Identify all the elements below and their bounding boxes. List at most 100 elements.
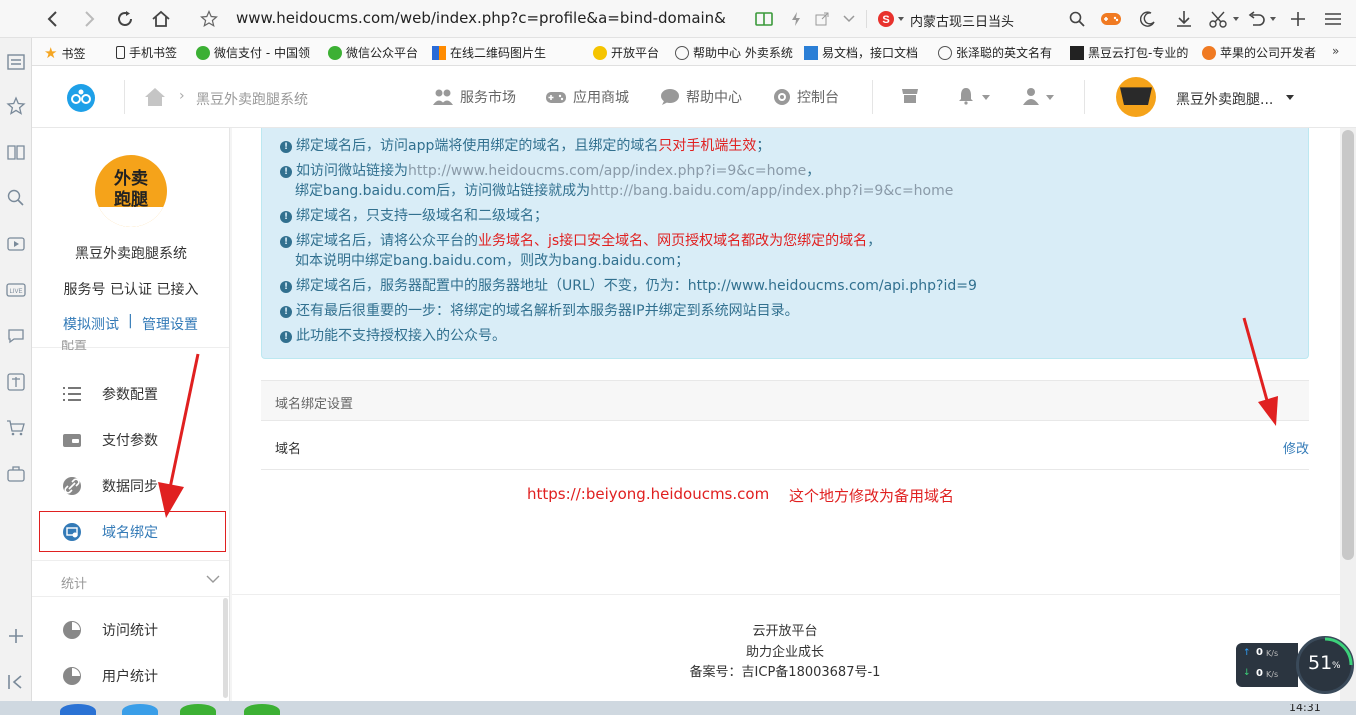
bookmark-item[interactable]: 微信支付 - 中国领 bbox=[196, 44, 310, 61]
breadcrumb[interactable]: 黑豆外卖跑腿系统 bbox=[196, 89, 308, 109]
section-stats: 统计 bbox=[61, 577, 88, 592]
home-icon[interactable] bbox=[144, 87, 166, 107]
svg-text:LIVE: LIVE bbox=[9, 289, 22, 295]
manage-settings-link[interactable]: 管理设置 bbox=[142, 314, 198, 334]
scissors-icon[interactable] bbox=[1207, 8, 1229, 30]
scrollbar-thumb[interactable] bbox=[1342, 130, 1354, 560]
pie-chart-icon bbox=[62, 620, 82, 640]
caret-down-icon bbox=[1046, 95, 1054, 100]
panel-title: 域名绑定设置 bbox=[275, 397, 354, 412]
simulate-test-link[interactable]: 模拟测试 bbox=[63, 314, 119, 334]
chat-icon[interactable] bbox=[6, 326, 26, 346]
reload-icon[interactable] bbox=[114, 8, 136, 30]
star-icon[interactable] bbox=[6, 96, 26, 116]
bell-icon[interactable] bbox=[958, 87, 974, 105]
caret-down-icon bbox=[982, 95, 990, 100]
divider bbox=[866, 10, 867, 28]
bookmark-item[interactable]: ★ 书签 bbox=[44, 44, 85, 62]
avatar[interactable] bbox=[1116, 77, 1156, 117]
search-engine-icon[interactable]: S bbox=[875, 8, 897, 30]
game-controller-icon[interactable] bbox=[1100, 8, 1122, 30]
translate-icon[interactable] bbox=[6, 372, 26, 392]
lightning-icon[interactable] bbox=[785, 8, 807, 30]
bookmark-item[interactable]: 黑豆云打包-专业的 bbox=[1070, 44, 1188, 61]
star-icon[interactable] bbox=[198, 8, 220, 30]
cart-icon[interactable] bbox=[6, 418, 26, 438]
back-icon[interactable] bbox=[42, 8, 64, 30]
new-tab-icon[interactable] bbox=[1287, 8, 1309, 30]
nav-app-store[interactable]: 应用商城 bbox=[545, 87, 629, 107]
video-icon[interactable] bbox=[6, 234, 26, 254]
edit-link[interactable]: 修改 bbox=[1283, 438, 1309, 457]
app-name: 黑豆外卖跑腿系统 bbox=[75, 246, 187, 262]
divider bbox=[232, 594, 1340, 595]
nav-console[interactable]: 控制台 bbox=[773, 87, 839, 107]
search-icon[interactable] bbox=[6, 188, 26, 208]
bookmark-item[interactable]: 张泽聪的英文名有 bbox=[938, 44, 1052, 61]
section-config: 配置 bbox=[61, 340, 88, 350]
add-icon[interactable] bbox=[6, 626, 26, 646]
caret-down-icon bbox=[1233, 17, 1239, 21]
share-icon[interactable] bbox=[811, 8, 833, 30]
menu-domain-binding[interactable]: 域名绑定 bbox=[62, 522, 158, 542]
divider bbox=[872, 80, 873, 114]
bookmark-item[interactable]: 苹果的公司开发者 bbox=[1202, 44, 1316, 61]
taskbar: 14:31 bbox=[0, 701, 1356, 715]
bookmark-bar: ★ 书签 手机书签 微信支付 - 中国领 微信公众平台 在线二维码图片生 开放平台… bbox=[0, 38, 1356, 66]
caret-down-icon[interactable] bbox=[1286, 95, 1294, 100]
taskbar-app-icon[interactable] bbox=[180, 704, 216, 715]
search-input[interactable]: 内蒙古现三日当头 bbox=[910, 11, 1014, 30]
domain-binding-panel: 域名绑定设置 域名 修改 bbox=[261, 380, 1309, 470]
nav-help-center[interactable]: 帮助中心 bbox=[660, 87, 742, 107]
net-speed-widget[interactable]: ↑ 0 K/s ↓ 0 K/s bbox=[1236, 643, 1298, 687]
search-icon[interactable] bbox=[1066, 8, 1088, 30]
footer-line: 备案号：吉ICP备18003687号-1 bbox=[689, 665, 881, 680]
panel-header: 域名绑定设置 bbox=[261, 381, 1309, 421]
footer-line: 云开放平台 bbox=[752, 624, 818, 639]
exclamation-icon: ! bbox=[280, 211, 292, 223]
night-mode-icon[interactable] bbox=[1137, 8, 1159, 30]
more-bookmarks-icon[interactable]: » bbox=[1332, 44, 1339, 58]
info-alert: ! 绑定域名后，访问app端将使用绑定的域名，且绑定的域名只对手机端生效； ! 如访… bbox=[261, 128, 1309, 359]
chevron-down-icon[interactable] bbox=[838, 8, 860, 30]
url-input[interactable]: www.heidoucms.com/web/index.php?c=profil… bbox=[236, 9, 726, 27]
list-icon[interactable] bbox=[6, 52, 26, 72]
forward-icon[interactable] bbox=[78, 8, 100, 30]
chevron-down-icon[interactable] bbox=[206, 575, 220, 584]
bookmark-item[interactable]: 易文档，接口文档 bbox=[804, 44, 918, 61]
logo-icon[interactable] bbox=[67, 84, 95, 112]
shield-icon bbox=[593, 45, 607, 60]
bookmark-item[interactable]: 在线二维码图片生 bbox=[432, 44, 546, 61]
menu-visit-stats[interactable]: 访问统计 bbox=[62, 620, 158, 640]
home-icon[interactable] bbox=[150, 8, 172, 30]
undo-icon[interactable] bbox=[1245, 8, 1267, 30]
store-icon[interactable] bbox=[901, 88, 919, 104]
collapse-icon[interactable] bbox=[6, 672, 26, 692]
book-icon[interactable] bbox=[6, 142, 26, 162]
taskbar-app-icon[interactable] bbox=[244, 704, 280, 715]
caret-down-icon bbox=[898, 17, 904, 21]
svg-text:S: S bbox=[882, 14, 889, 26]
taskbar-app-icon[interactable] bbox=[60, 704, 96, 715]
bookmark-item[interactable]: 手机书签 bbox=[116, 44, 177, 61]
alert-line: 绑定bang.baidu.com后，访问微站链接就成为http://bang.b… bbox=[295, 183, 954, 199]
menu-user-stats[interactable]: 用户统计 bbox=[62, 666, 158, 686]
nav-service-market[interactable]: 服务市场 bbox=[432, 87, 516, 107]
divider bbox=[124, 80, 125, 114]
user-icon[interactable] bbox=[1022, 87, 1040, 105]
download-icon[interactable] bbox=[1173, 8, 1195, 30]
briefcase-icon[interactable] bbox=[6, 464, 26, 484]
menu-icon[interactable] bbox=[1322, 8, 1344, 30]
taskbar-app-icon[interactable] bbox=[122, 704, 158, 715]
link-icon bbox=[62, 476, 82, 496]
reader-mode-icon[interactable] bbox=[753, 8, 775, 30]
live-icon[interactable]: LIVE bbox=[6, 280, 26, 300]
sidebar-scrollbar[interactable] bbox=[223, 598, 228, 698]
memory-gauge[interactable]: 51 % bbox=[1296, 636, 1354, 694]
bookmark-item[interactable]: 开放平台 bbox=[593, 44, 659, 61]
exclamation-icon: ! bbox=[280, 236, 292, 248]
bookmark-item[interactable]: 帮助中心 外卖系统 bbox=[675, 44, 793, 61]
account-name[interactable]: 黑豆外卖跑腿... bbox=[1176, 89, 1273, 109]
chat-bubble-icon bbox=[661, 89, 679, 105]
bookmark-item[interactable]: 微信公众平台 bbox=[328, 44, 418, 61]
